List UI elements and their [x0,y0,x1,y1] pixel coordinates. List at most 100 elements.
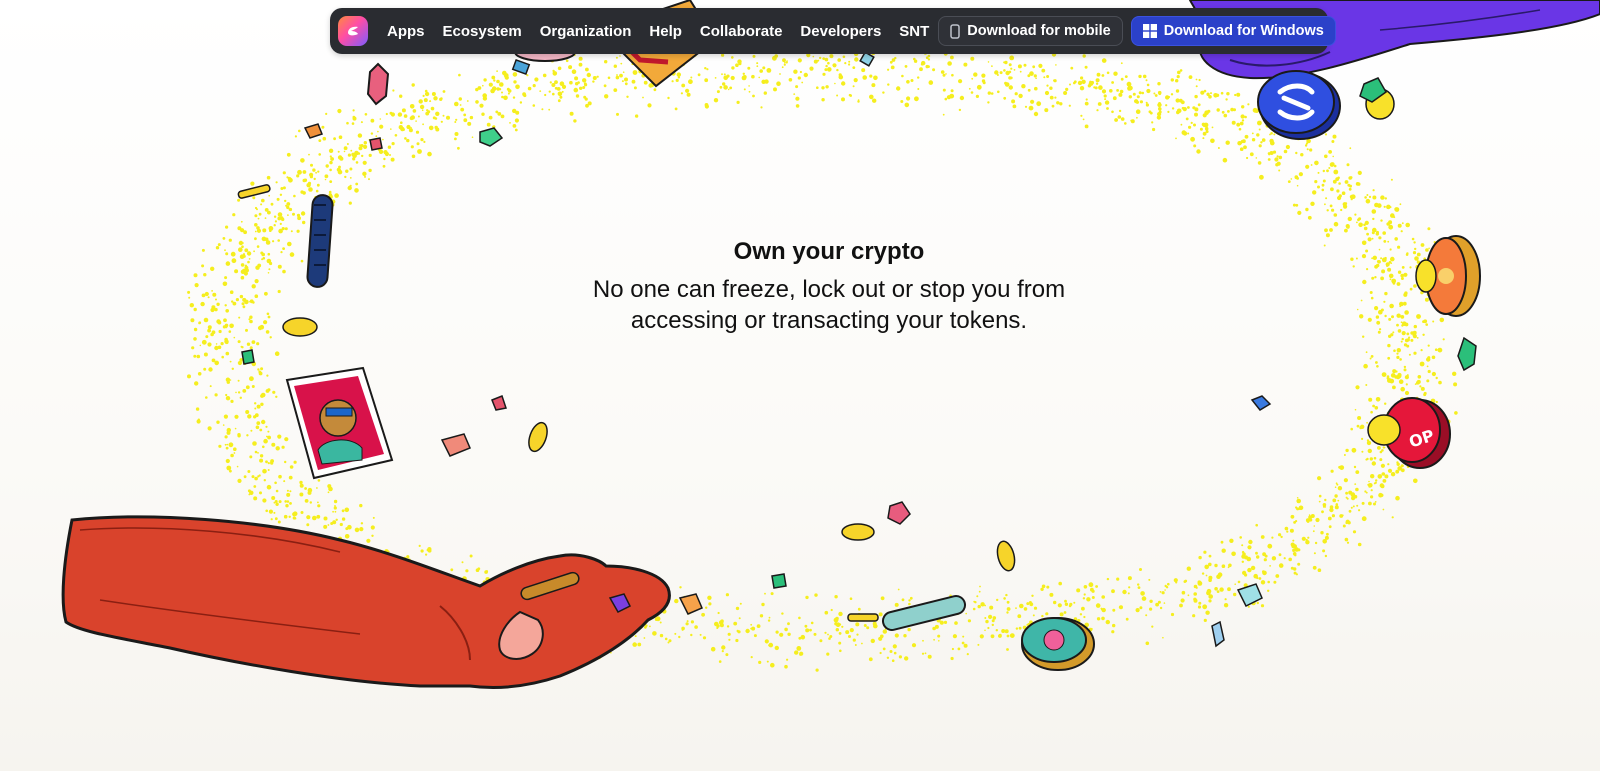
glitter-dot [1049,86,1053,90]
glitter-dot [710,646,716,652]
glitter-dot [234,414,239,419]
glitter-dot [999,71,1003,75]
glitter-dot [1380,463,1385,468]
glitter-dot [1044,90,1050,96]
glitter-dot [718,660,722,663]
glitter-dot [1312,530,1315,533]
glitter-dot [300,211,306,216]
glitter-dot [1104,100,1110,105]
glitter-dot [1370,474,1375,479]
glitter-dot [1390,178,1393,181]
glitter-dot [1248,539,1253,545]
glitter-dot [1141,91,1145,95]
glitter-dot [1257,161,1262,165]
glitter-dot [1435,376,1438,380]
glitter-dot [1353,465,1357,469]
glitter-dot [1009,633,1015,638]
download-windows-button[interactable]: Download for Windows [1130,16,1336,46]
glitter-dot [1167,582,1170,586]
glitter-dot [767,619,771,622]
glitter-dot [1024,105,1028,108]
glitter-dot [406,138,410,143]
glitter-dot [1137,583,1140,586]
nav-link-snt[interactable]: SNT [899,23,929,40]
glitter-dot [979,634,984,639]
glitter-dot [1423,319,1428,324]
glitter-dot [287,241,292,247]
glitter-dot [1345,519,1350,524]
glitter-dot [513,80,517,84]
glitter-dot [273,511,276,514]
glitter-dot [1376,320,1381,325]
glitter-dot [1211,126,1214,129]
nav-link-help[interactable]: Help [649,23,682,40]
glitter-dot [242,389,247,393]
glitter-dot [1389,303,1394,309]
glitter-dot [815,668,819,672]
glitter-dot [996,598,999,602]
glitter-dot [1151,121,1154,124]
glitter-dot [1267,580,1270,584]
glitter-dot [1214,563,1218,568]
glitter-dot [578,62,583,67]
glitter-dot [1381,269,1386,274]
glitter-dot [1371,209,1377,214]
nav-link-developers[interactable]: Developers [800,23,881,40]
glitter-dot [275,502,279,506]
glitter-dot [1410,338,1414,342]
glitter-dot [1381,472,1386,476]
nav-link-organization[interactable]: Organization [540,23,632,40]
glitter-dot [1355,470,1360,474]
glitter-dot [1046,585,1050,589]
glitter-dot [1220,540,1224,544]
glitter-dot [1317,476,1322,481]
glitter-dot [1225,98,1228,101]
glitter-dot [477,86,482,90]
status-logo-icon[interactable] [338,16,368,46]
glitter-dot [1304,144,1308,147]
glitter-dot [482,84,484,87]
glitter-dot [1399,203,1402,206]
glitter-dot [782,58,786,63]
glitter-dot [748,85,750,87]
glitter-dot [917,88,920,90]
glitter-dot [205,396,208,399]
glitter-dot [1380,308,1384,312]
glitter-dot [1004,629,1009,634]
glitter-dot [810,621,814,625]
glitter-dot [1374,276,1377,279]
glitter-dot [254,206,258,210]
nav-link-collaborate[interactable]: Collaborate [700,23,783,40]
glitter-dot [1105,619,1111,625]
glitter-dot [725,653,729,657]
glitter-dot [849,597,853,600]
glitter-dot [1247,545,1252,550]
glitter-dot [383,157,386,161]
glitter-dot [776,81,781,86]
download-mobile-button[interactable]: Download for mobile [938,16,1123,46]
glitter-dot [801,81,804,84]
glitter-dot [237,340,241,344]
nav-link-ecosystem[interactable]: Ecosystem [443,23,522,40]
glitter-dot [868,657,873,662]
glitter-dot [257,368,260,371]
glitter-dot [1392,385,1396,390]
glitter-dot [1350,506,1353,509]
glitter-dot [934,624,939,629]
glitter-dot [725,593,730,597]
glitter-dot [1426,357,1431,362]
glitter-dot [193,354,197,358]
glitter-dot [604,94,609,99]
glitter-dot [1371,231,1375,235]
glitter-dot [1324,554,1328,558]
nav-link-apps[interactable]: Apps [387,23,425,40]
glitter-dot [704,67,707,70]
glitter-dot [203,367,207,371]
glitter-dot [1308,515,1312,520]
glitter-dot [793,69,798,74]
glitter-dot [1194,112,1198,117]
glitter-dot [1332,155,1334,158]
glitter-dot [491,86,497,91]
glitter-dot [1333,213,1338,217]
glitter-dot [255,425,260,430]
